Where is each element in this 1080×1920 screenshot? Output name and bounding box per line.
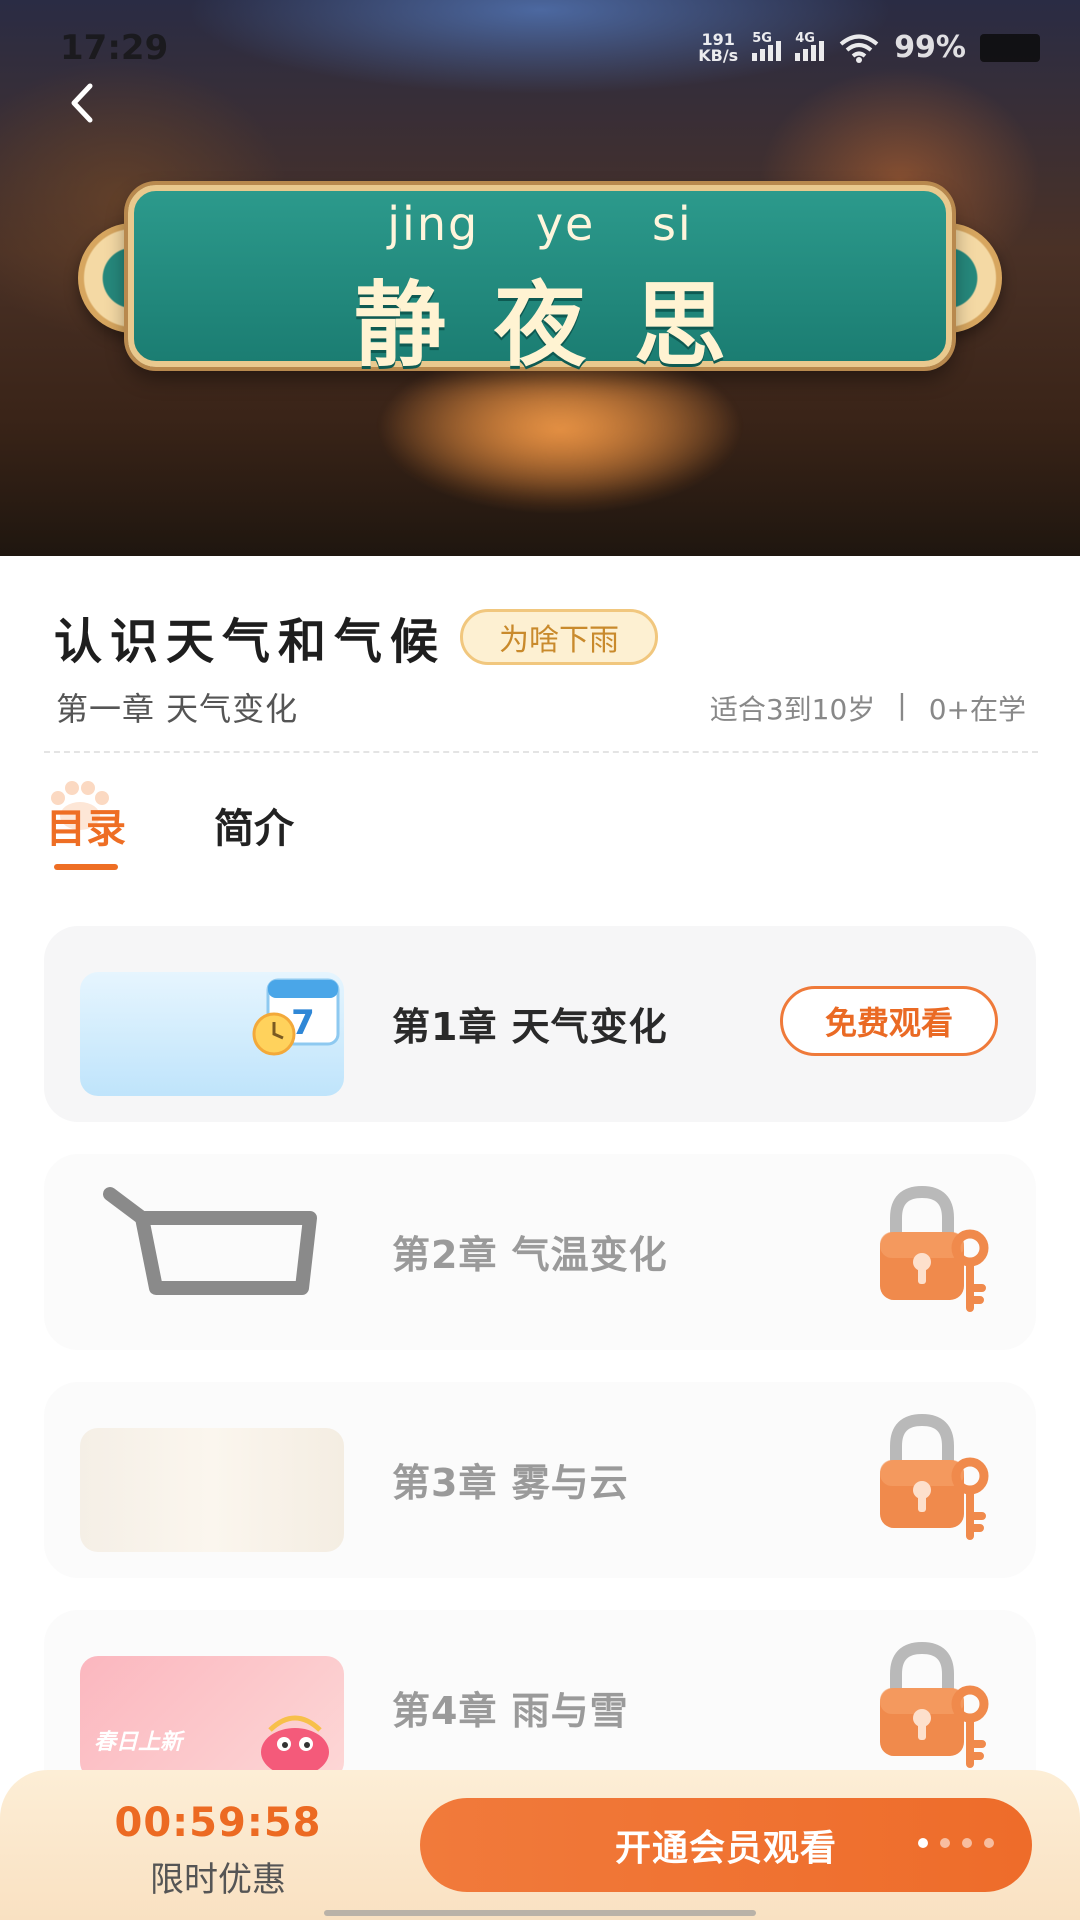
tab-catalog[interactable]: 目录 <box>46 781 126 874</box>
chapter-thumbnail: 7 <box>80 972 344 1096</box>
chapter-thumbnail <box>80 1428 344 1552</box>
calendar-clock-icon: 7 <box>252 978 340 1056</box>
tab-intro[interactable]: 简介 <box>214 796 294 874</box>
basket-icon <box>103 1187 317 1295</box>
shopping-basket-mascot-icon <box>261 1715 329 1776</box>
battery-icon <box>980 33 1040 62</box>
hero-banner: 17:29 191 KB/s 5G 4G 99% jing ye si 静夜思 <box>0 0 1080 556</box>
poem-title-plaque: jing ye si 静夜思 <box>78 185 1002 379</box>
chapter-title: 第1章 天气变化 <box>392 1005 668 1049</box>
cellular-signal-icon: 5G <box>752 31 782 61</box>
poem-pinyin: jing ye si <box>387 197 693 251</box>
promo-label: 限时优惠 <box>150 1860 286 1900</box>
poem-title: 静夜思 <box>353 272 774 379</box>
course-title: 认识天气和气候 <box>54 614 447 670</box>
battery-percent: 99% <box>894 30 966 65</box>
tab-bar: 目录 简介 <box>46 781 294 874</box>
carousel-dots <box>918 1838 994 1848</box>
lock-key-icon <box>880 1641 989 1768</box>
status-time: 17:29 <box>60 28 169 68</box>
course-tag: 为啥下雨 <box>460 609 659 665</box>
chapter-title: 第4章 雨与雪 <box>392 1689 629 1733</box>
meta-separator: | <box>897 688 907 721</box>
wifi-icon <box>839 34 879 63</box>
network-speed: 191 KB/s <box>698 29 739 65</box>
free-watch-button[interactable]: 免费观看 <box>780 986 998 1056</box>
course-meta: 适合3到10岁 | 0+在学 <box>710 688 1026 728</box>
age-range: 适合3到10岁 <box>709 693 876 726</box>
chapter-thumbnail: 春日上新 <box>80 1656 344 1780</box>
divider <box>44 751 1038 753</box>
chapter-subtitle: 第一章 天气变化 <box>56 690 299 728</box>
cellular-signal-icon: 4G <box>795 31 825 61</box>
home-indicator[interactable] <box>324 1910 756 1916</box>
chapter-item[interactable]: 第3章 雾与云 <box>44 1382 1036 1578</box>
chapter-title: 第3章 雾与云 <box>392 1461 629 1505</box>
chapter-thumbnail <box>80 1184 344 1324</box>
membership-bar: 00:59:58 限时优惠 开通会员观看 <box>0 1770 1080 1920</box>
lock-key-icon <box>880 1413 989 1540</box>
chapter-item[interactable]: 7 第1章 天气变化 免费观看 <box>44 926 1036 1122</box>
status-icons: 191 KB/s 5G 4G 99% <box>698 30 1040 65</box>
open-membership-button[interactable]: 开通会员观看 <box>420 1798 1032 1892</box>
chevron-left-icon <box>71 83 93 123</box>
back-button[interactable] <box>56 78 106 128</box>
thumbnail-caption: 春日上新 <box>94 1730 183 1755</box>
status-bar: 17:29 191 KB/s 5G 4G 99% <box>0 0 1080 100</box>
countdown-timer: 00:59:58 <box>114 1800 322 1846</box>
lock-key-icon <box>880 1185 989 1312</box>
chapter-title: 第2章 气温变化 <box>392 1233 668 1277</box>
learner-count: 0+在学 <box>928 693 1026 726</box>
chapter-item[interactable]: 第2章 气温变化 <box>44 1154 1036 1350</box>
